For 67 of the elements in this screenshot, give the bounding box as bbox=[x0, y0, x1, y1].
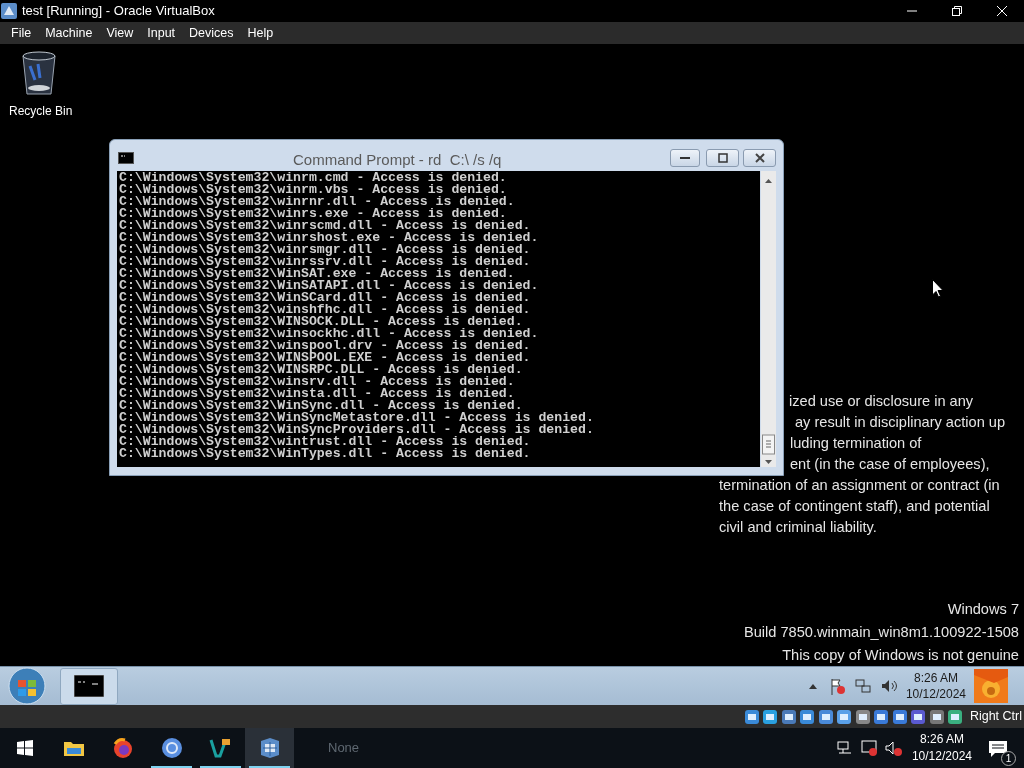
console-line: C:\Windows\System32\winsrv.dll - Access is denied. bbox=[119, 376, 515, 388]
console-line: C:\Windows\System32\winrshost.exe - Access is denied. bbox=[119, 232, 539, 244]
watermark-text: Windows 7 bbox=[947, 600, 1019, 619]
menu-item[interactable]: File bbox=[4, 22, 39, 44]
menu-item[interactable]: Input bbox=[140, 22, 183, 44]
console-line: C:\Windows\System32\WINSRPC.DLL - Access is denied. bbox=[119, 364, 523, 376]
menu-item[interactable]: Machine bbox=[38, 22, 100, 44]
console-line: C:\Windows\System32\wintrust.dll - Access is denied. bbox=[119, 436, 531, 448]
console-line: C:\Windows\System32\winshfhc.dll - Access is denied. bbox=[119, 304, 531, 316]
watermark-text: Build 7850.winmain_win8m1.100922-1508 bbox=[743, 623, 1019, 642]
clock-time[interactable]: 8:26 AM bbox=[913, 670, 958, 686]
console-icon bbox=[74, 675, 104, 697]
notice-text: ized use or disclosure in any bbox=[789, 392, 974, 411]
console-line: C:\Windows\System32\winrscmd.dll - Access is denied. bbox=[119, 220, 531, 232]
console-icon bbox=[118, 152, 134, 164]
notice-text: luding termination of bbox=[790, 434, 922, 453]
console-line: C:\Windows\System32\WinSCard.dll - Access is denied. bbox=[119, 292, 531, 304]
minimize-icon bbox=[680, 156, 690, 160]
console-line: C:\Windows\System32\winrm.vbs - Access is denied. bbox=[119, 184, 507, 196]
window-title: test [Running] - Oracle VirtualBox bbox=[22, 2, 215, 21]
console-line: C:\Windows\System32\winrssrv.dll - Access is denied. bbox=[119, 256, 531, 268]
search-hint: None bbox=[328, 739, 360, 758]
menu-item[interactable]: Help bbox=[240, 22, 281, 44]
restore-icon[interactable] bbox=[951, 6, 962, 16]
console-line: C:\Windows\System32\WinSATAPI.dll - Access is denied. bbox=[119, 280, 539, 292]
host-key-label: Right Ctrl bbox=[969, 708, 1022, 726]
notifications-icon[interactable] bbox=[988, 739, 1008, 758]
console-line: C:\Windows\System32\winsta.dll - Access is denied. bbox=[119, 388, 515, 400]
mouse-cursor-icon bbox=[932, 279, 944, 298]
console-line: C:\Windows\System32\WinTypes.dll - Access is denied. bbox=[119, 448, 531, 460]
console-line: C:\Windows\System32\winspool.drv - Access is denied. bbox=[119, 340, 531, 352]
console-title: Command Prompt - rd C:\ /s /q bbox=[293, 150, 502, 170]
clock-date[interactable]: 10/12/2024 bbox=[905, 686, 966, 702]
console-line: C:\Windows\System32\WinSAT.exe - Access is denied. bbox=[119, 268, 515, 280]
start-orb-icon[interactable] bbox=[8, 667, 46, 705]
recycle-bin-icon[interactable] bbox=[20, 50, 58, 96]
display-error-icon[interactable] bbox=[859, 739, 878, 757]
close-icon[interactable] bbox=[996, 6, 1007, 16]
notice-text: ay result in disciplinary action up bbox=[795, 413, 1006, 432]
minimize-button[interactable] bbox=[670, 149, 700, 167]
taskbar-button[interactable] bbox=[60, 667, 118, 705]
notice-text: the case of contingent staff), and potential bbox=[719, 497, 990, 516]
console-line: C:\Windows\System32\WINSOCK.DLL - Access is denied. bbox=[119, 316, 523, 328]
console-line: C:\Windows\System32\WINSPOOL.EXE - Access is denied. bbox=[119, 352, 531, 364]
scrollbar[interactable] bbox=[761, 171, 776, 467]
maximize-button[interactable] bbox=[706, 149, 739, 167]
speaker-muted-icon[interactable] bbox=[883, 739, 902, 757]
close-button[interactable] bbox=[743, 149, 776, 167]
console-line: C:\Windows\System32\winrs.exe - Access is denied. bbox=[119, 208, 507, 220]
console-line: C:\Windows\System32\WinSyncMetastore.dll - Access is denied. bbox=[119, 412, 594, 424]
console-line: C:\Windows\System32\winrm.cmd - Access is denied. bbox=[119, 172, 507, 184]
notice-text: termination of an assignment or contract (in bbox=[719, 476, 1000, 495]
menu-item[interactable]: Devices bbox=[182, 22, 241, 44]
icon-label[interactable]: Recycle Bin bbox=[9, 102, 73, 120]
console-line: C:\Windows\System32\winsockhc.dll - Access is denied. bbox=[119, 328, 539, 340]
menu-item[interactable]: View bbox=[99, 22, 141, 44]
console-line: C:\Windows\System32\WinSync.dll - Access is denied. bbox=[119, 400, 523, 412]
notification-badge: 1 bbox=[1001, 751, 1016, 766]
clock-time[interactable]: 8:26 AM bbox=[919, 731, 964, 748]
watermark-text: This copy of Windows is not genuine bbox=[782, 646, 1019, 665]
clock-date[interactable]: 10/12/2024 bbox=[911, 748, 972, 765]
console-line: C:\Windows\System32\winrnr.dll - Access is denied. bbox=[119, 196, 515, 208]
console-line: C:\Windows\System32\WinSyncProviders.dll - Access is denied. bbox=[119, 424, 594, 436]
taskbar-button[interactable] bbox=[245, 728, 294, 768]
notice-text: civil and criminal liability. bbox=[719, 518, 877, 537]
console-line: C:\Windows\System32\winrsmgr.dll - Access is denied. bbox=[119, 244, 531, 256]
notice-text: ent (in the case of employees), bbox=[790, 455, 990, 474]
